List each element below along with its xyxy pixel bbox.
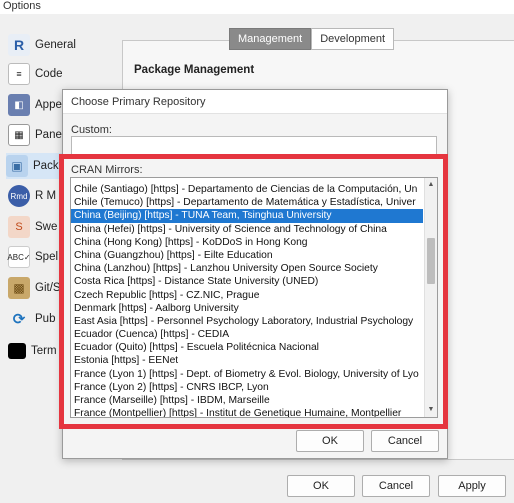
list-item[interactable]: East Asia [https] - Personnel Psychology… — [71, 315, 423, 328]
cran-mirrors-list[interactable]: Chile (Santiago) [https] - Departamento … — [70, 177, 438, 418]
tab-development[interactable]: Development — [311, 28, 395, 50]
dialog-ok-button[interactable]: OK — [296, 430, 364, 452]
list-item[interactable]: France (Lyon 2) [https] - CNRS IBCP, Lyo… — [71, 381, 423, 394]
list-item[interactable]: Czech Republic [https] - CZ.NIC, Prague — [71, 289, 423, 302]
sidebar-item-label: Spel — [35, 251, 59, 263]
sidebar-item-general[interactable]: R General — [8, 32, 76, 58]
code-icon: ≡ — [8, 63, 30, 85]
r-icon: R — [8, 34, 30, 56]
sidebar-item-label: Term — [31, 345, 57, 357]
cran-mirrors-label: CRAN Mirrors: — [71, 164, 143, 176]
appearance-icon: ◧ — [8, 94, 30, 116]
list-item[interactable]: Estonia [https] - EENet — [71, 354, 423, 367]
sidebar-item-terminal[interactable]: Term — [8, 338, 57, 364]
list-item[interactable]: China (Hong Kong) [https] - KoDDoS in Ho… — [71, 236, 423, 249]
sidebar-item-code[interactable]: ≡ Code — [8, 61, 63, 87]
list-item-selected[interactable]: China (Beijing) [https] - TUNA Team, Tsi… — [71, 209, 423, 223]
list-scrollbar[interactable]: ▲ ▼ — [424, 178, 437, 417]
page-title: Package Management — [134, 64, 255, 76]
sidebar-item-git-svn[interactable]: ▩ Git/S — [8, 275, 61, 301]
sidebar-item-rmarkdown[interactable]: Rmd R M — [8, 183, 56, 209]
list-item[interactable]: China (Hefei) [https] - University of Sc… — [71, 223, 423, 236]
custom-repository-input[interactable] — [71, 136, 437, 156]
scroll-up-arrow-icon[interactable]: ▲ — [425, 179, 437, 191]
list-item[interactable]: France (Montpellier) [https] - Institut … — [71, 407, 423, 417]
apply-button[interactable]: Apply — [438, 475, 506, 497]
publishing-icon: ⟳ — [12, 311, 26, 328]
pane-layout-icon: ▦ — [8, 124, 30, 146]
dialog-title: Choose Primary Repository — [63, 90, 447, 114]
sidebar-item-label: Appe — [35, 99, 62, 111]
sidebar-item-pane-layout[interactable]: ▦ Pane — [8, 122, 62, 148]
sidebar-item-label: General — [35, 39, 76, 51]
list-item[interactable]: France (Marseille) [https] - IBDM, Marse… — [71, 394, 423, 407]
sidebar-item-sweave[interactable]: S Swe — [8, 214, 57, 240]
sidebar-item-spelling[interactable]: ABC✓ Spel — [7, 244, 59, 270]
sidebar-item-appearance[interactable]: ◧ Appe — [8, 92, 62, 118]
window-title: Options — [0, 0, 514, 14]
list-item[interactable]: China (Lanzhou) [https] - Lanzhou Univer… — [71, 262, 423, 275]
spelling-icon: ABC✓ — [7, 246, 31, 268]
list-item[interactable]: Ecuador (Quito) [https] - Escuela Polité… — [71, 341, 423, 354]
ok-button[interactable]: OK — [287, 475, 355, 497]
list-item[interactable]: France (Lyon 1) [https] - Dept. of Biome… — [71, 368, 423, 381]
custom-label: Custom: — [71, 124, 112, 136]
sweave-icon: S — [8, 216, 30, 238]
list-item[interactable]: Ecuador (Cuenca) [https] - CEDIA — [71, 328, 423, 341]
list-item[interactable]: Chile (Santiago) [https] - Departamento … — [71, 183, 423, 196]
sidebar-item-label: R M — [35, 190, 57, 202]
packages-icon: ▣ — [6, 155, 28, 177]
list-item[interactable]: Denmark [https] - Aalborg University — [71, 302, 423, 315]
sidebar-item-label: Code — [35, 68, 63, 80]
sidebar-item-label: Pub — [35, 313, 56, 325]
git-icon: ▩ — [8, 277, 30, 299]
sidebar-item-packages[interactable]: ▣ Pack — [6, 153, 66, 179]
sidebar-item-publishing[interactable]: ⟳ Pub — [8, 306, 56, 332]
tab-management[interactable]: Management — [229, 28, 312, 50]
rmarkdown-icon: Rmd — [8, 185, 30, 207]
list-item[interactable]: Costa Rica [https] - Distance State Univ… — [71, 275, 423, 288]
scroll-down-arrow-icon[interactable]: ▼ — [425, 404, 437, 416]
sidebar-item-label: Git/S — [35, 282, 61, 294]
tab-bar: Management Development — [229, 28, 395, 50]
terminal-icon — [8, 343, 26, 359]
scrollbar-thumb[interactable] — [427, 238, 435, 284]
cancel-button[interactable]: Cancel — [362, 475, 430, 497]
sidebar-item-label: Pane — [35, 129, 62, 141]
mirror-rows: Chile (Santiago) [https] - Departamento … — [71, 178, 423, 417]
sidebar-item-label: Swe — [35, 221, 58, 233]
list-item[interactable]: Chile (Temuco) [https] - Departamento de… — [71, 196, 423, 209]
dialog-cancel-button[interactable]: Cancel — [371, 430, 439, 452]
list-item[interactable]: China (Guangzhou) [https] - Eilte Educat… — [71, 249, 423, 262]
sidebar-item-label: Pack — [33, 160, 59, 172]
